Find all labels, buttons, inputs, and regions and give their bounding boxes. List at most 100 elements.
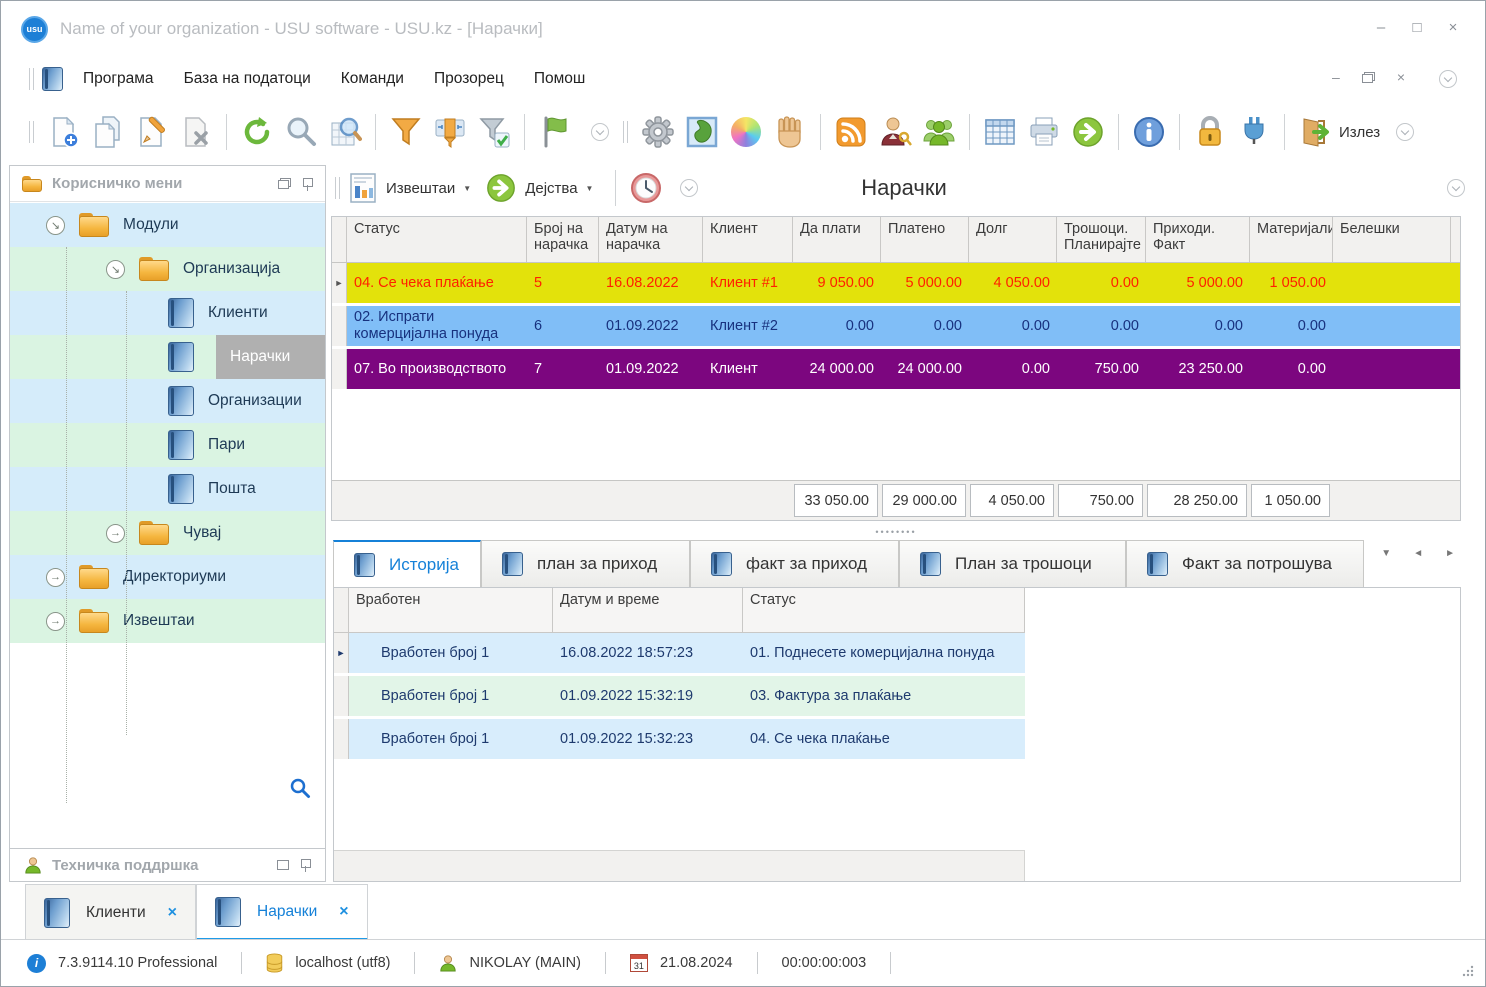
- menu-commands[interactable]: Команди: [333, 64, 412, 94]
- history-row[interactable]: ► Вработен број 1 16.08.2022 18:57:23 01…: [334, 633, 1025, 676]
- column-header[interactable]: Вработен: [349, 588, 553, 632]
- header-options-button[interactable]: [1447, 179, 1465, 197]
- collapse-node-icon[interactable]: ↘: [106, 259, 125, 279]
- order-row[interactable]: ► 04. Се чека плаќање 5 16.08.2022 Клиен…: [332, 263, 1460, 306]
- column-header[interactable]: Број на нарачка: [527, 217, 599, 262]
- tree-node-organizacija[interactable]: ↘ Организација: [10, 247, 325, 291]
- scheduler-clock-icon[interactable]: [626, 168, 666, 208]
- tab-scroll-left-button[interactable]: ◄: [1413, 548, 1423, 559]
- menu-database[interactable]: База на податоци: [176, 64, 319, 94]
- settings-gear-icon[interactable]: [638, 112, 678, 152]
- filter-icon[interactable]: [386, 112, 426, 152]
- tree-node-izveshtai[interactable]: → Извештаи: [10, 599, 325, 643]
- print-icon[interactable]: [1024, 112, 1064, 152]
- tree-node-direktoriumi[interactable]: → Директориуми: [10, 555, 325, 599]
- column-header[interactable]: Статус: [347, 217, 527, 262]
- selected-tree-item[interactable]: Нарачки: [216, 335, 325, 379]
- order-row[interactable]: 07. Во производството 7 01.09.2022 Клиен…: [332, 349, 1460, 392]
- tree-node-chuvaj[interactable]: → Чувај: [10, 511, 325, 555]
- exit-label[interactable]: Излез: [1339, 124, 1380, 141]
- maximize-button[interactable]: □: [1407, 19, 1427, 36]
- expand-node-icon[interactable]: →: [46, 567, 65, 587]
- map-icon[interactable]: [682, 112, 722, 152]
- collapse-node-icon[interactable]: ↘: [46, 215, 65, 235]
- close-button[interactable]: ×: [1443, 19, 1463, 36]
- menubar-drag-handle[interactable]: [29, 68, 34, 90]
- hand-icon[interactable]: [770, 112, 810, 152]
- tree-search-icon[interactable]: [289, 777, 311, 804]
- filter-columns-icon[interactable]: [430, 112, 470, 152]
- search-icon[interactable]: [281, 112, 321, 152]
- menu-help[interactable]: Помош: [526, 64, 593, 94]
- column-header[interactable]: Белешки: [1333, 217, 1451, 262]
- menu-window[interactable]: Прозорец: [426, 64, 512, 94]
- close-tab-icon[interactable]: ×: [168, 904, 177, 922]
- toolbar-drag-handle[interactable]: [29, 121, 34, 143]
- lock-icon[interactable]: [1190, 112, 1230, 152]
- column-header[interactable]: Датум на нарачка: [599, 217, 703, 262]
- tree-node-pari[interactable]: Пари: [10, 423, 325, 467]
- tree-node-klienti[interactable]: Клиенти: [10, 291, 325, 335]
- history-row[interactable]: Вработен број 1 01.09.2022 15:32:23 04. …: [334, 719, 1025, 762]
- tree-node-narachki[interactable]: Нарачки: [10, 335, 325, 379]
- support-pin-button[interactable]: [299, 858, 311, 872]
- column-header[interactable]: Платено: [881, 217, 969, 262]
- window-tab-klienti[interactable]: Клиенти ×: [25, 884, 197, 941]
- flag-icon[interactable]: [535, 112, 575, 152]
- column-header[interactable]: Приходи. Факт: [1146, 217, 1250, 262]
- resize-grip-icon[interactable]: [1461, 964, 1475, 978]
- tab-costs-plan[interactable]: План за трошоци: [899, 540, 1126, 587]
- column-header[interactable]: Материјали: [1250, 217, 1333, 262]
- tree-node-organizacii[interactable]: Организации: [10, 379, 325, 423]
- rss-icon[interactable]: [831, 112, 871, 152]
- column-header[interactable]: Датум и време: [553, 588, 743, 632]
- mdi-restore-button[interactable]: [1361, 71, 1375, 83]
- refresh-icon[interactable]: [237, 112, 277, 152]
- search-table-icon[interactable]: [325, 112, 365, 152]
- edit-record-icon[interactable]: [132, 112, 172, 152]
- tree-node-poshta[interactable]: Пошта: [10, 467, 325, 511]
- mdi-minimize-button[interactable]: –: [1332, 69, 1340, 85]
- tree-node-moduli[interactable]: ↘ Модули: [10, 203, 325, 247]
- color-scheme-icon[interactable]: [726, 112, 766, 152]
- table-icon[interactable]: [980, 112, 1020, 152]
- sidebar-float-button[interactable]: [278, 178, 291, 189]
- support-panel[interactable]: Техничка поддршка: [10, 848, 325, 881]
- tab-list-dropdown-button[interactable]: ▼: [1381, 548, 1391, 559]
- expand-node-icon[interactable]: →: [106, 523, 125, 543]
- tab-scroll-right-button[interactable]: ►: [1445, 548, 1455, 559]
- horizontal-splitter[interactable]: ••••••••: [331, 523, 1461, 540]
- reports-dropdown-button[interactable]: Извештаи ▼: [348, 172, 471, 204]
- toolbar-overflow-button[interactable]: [591, 123, 609, 141]
- add-record-icon[interactable]: [44, 112, 84, 152]
- exit-icon[interactable]: [1295, 112, 1335, 152]
- support-maximize-button[interactable]: [277, 860, 289, 870]
- tab-income-plan[interactable]: план за приход: [481, 540, 690, 587]
- column-header[interactable]: Долг: [969, 217, 1057, 262]
- plugin-icon[interactable]: [1234, 112, 1274, 152]
- users-group-icon[interactable]: [919, 112, 959, 152]
- info-icon[interactable]: [1129, 112, 1169, 152]
- expand-node-icon[interactable]: →: [46, 611, 65, 631]
- toolbar2-overflow-button[interactable]: [1396, 123, 1415, 141]
- user-permissions-icon[interactable]: [875, 112, 915, 152]
- minimize-button[interactable]: –: [1371, 19, 1391, 36]
- menu-program[interactable]: Програма: [75, 64, 162, 94]
- orders-toolbar-overflow-button[interactable]: [680, 179, 699, 197]
- filter-apply-icon[interactable]: [474, 112, 514, 152]
- sidebar-pin-button[interactable]: [301, 177, 313, 191]
- go-next-icon[interactable]: [1068, 112, 1108, 152]
- close-tab-icon[interactable]: ×: [339, 903, 348, 921]
- window-tab-narachki[interactable]: Нарачки ×: [196, 884, 368, 941]
- column-header[interactable]: Статус: [743, 588, 1025, 632]
- tab-history[interactable]: Историја: [333, 540, 481, 587]
- menubar-options-button[interactable]: [1439, 70, 1457, 88]
- tab-income-fact[interactable]: факт за приход: [690, 540, 899, 587]
- order-row[interactable]: 02. Испрати комерцијална понуда 6 01.09.…: [332, 306, 1460, 349]
- tab-consumption-fact[interactable]: Факт за потрошува: [1126, 540, 1364, 587]
- column-header[interactable]: Да плати: [793, 217, 881, 262]
- delete-record-icon[interactable]: [176, 112, 216, 152]
- column-header[interactable]: Трошоци. Планирајте: [1057, 217, 1146, 262]
- column-header[interactable]: Клиент: [703, 217, 793, 262]
- actions-dropdown-button[interactable]: Дејства ▼: [485, 172, 593, 204]
